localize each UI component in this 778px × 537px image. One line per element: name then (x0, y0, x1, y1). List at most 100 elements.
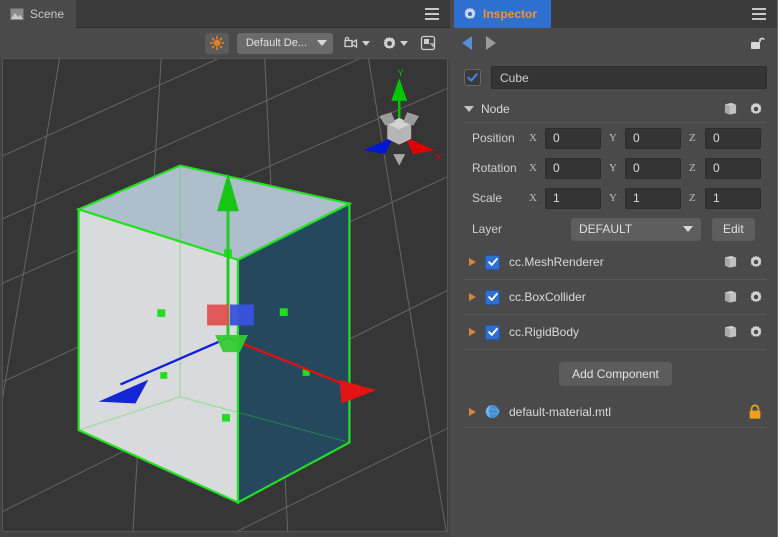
inspector-panel: Inspector Cube Node Position X 0 Y 0 Z 0… (454, 0, 778, 537)
position-x-input[interactable]: 0 (545, 127, 601, 149)
device-select[interactable]: Default De... (236, 32, 333, 54)
component-name: cc.MeshRenderer (509, 255, 604, 269)
axis-label-z: Z (689, 162, 696, 174)
gear-icon (383, 36, 396, 49)
chevron-down-icon (317, 40, 327, 46)
grid-layout-icon (420, 35, 436, 51)
check-icon (467, 73, 478, 82)
lighting-toggle-button[interactable] (204, 32, 229, 54)
layer-edit-button[interactable]: Edit (712, 217, 755, 241)
inspector-menu-button[interactable] (745, 0, 773, 28)
lock-open-icon[interactable] (749, 35, 765, 51)
scene-toolbar: Default De... (0, 28, 450, 58)
node-name-input[interactable]: Cube (491, 66, 767, 89)
scale-y-input[interactable]: 1 (625, 187, 681, 209)
property-row-position: Position X 0 Y 0 Z 0 (464, 123, 767, 153)
axis-label-x: X (529, 192, 537, 204)
layout-button[interactable] (418, 35, 438, 51)
material-name: default-material.mtl (509, 404, 612, 419)
component-row-meshrenderer[interactable]: cc.MeshRenderer (464, 245, 767, 280)
property-label: Position (472, 131, 515, 145)
node-section-title: Node (481, 101, 510, 116)
component-row-boxcollider[interactable]: cc.BoxCollider (464, 280, 767, 315)
camera-icon (344, 36, 358, 49)
triangle-right-icon[interactable] (469, 407, 476, 416)
sun-icon (209, 36, 224, 50)
tab-scene-label: Scene (30, 7, 65, 21)
scene-panel: Scene Default De... Y X (0, 0, 450, 537)
property-row-rotation: Rotation X 0 Y 0 Z 0 (464, 153, 767, 183)
image-icon (10, 8, 24, 20)
axis-label-x: X (529, 162, 537, 174)
hamburger-line (752, 8, 766, 10)
component-name: cc.BoxCollider (509, 290, 586, 304)
camera-button[interactable] (341, 36, 372, 50)
book-icon[interactable] (723, 325, 738, 339)
component-enabled-checkbox[interactable] (485, 289, 500, 305)
material-asset-row[interactable]: default-material.mtl (464, 396, 767, 428)
rotation-y-input[interactable]: 0 (625, 157, 681, 179)
position-y-input[interactable]: 0 (625, 127, 681, 149)
triangle-down-icon[interactable] (464, 105, 474, 112)
inspector-tabbar: Inspector (454, 0, 777, 28)
device-select-value: Default De... (245, 37, 307, 49)
book-icon[interactable] (723, 102, 738, 116)
gear-icon[interactable] (749, 325, 763, 339)
layer-select[interactable]: DEFAULT (571, 217, 701, 241)
check-icon (487, 257, 498, 266)
gear-icon[interactable] (749, 290, 763, 304)
book-icon[interactable] (723, 290, 738, 304)
add-component-row: Add Component (464, 350, 767, 396)
inspector-content: Cube Node Position X 0 Y 0 Z 0 Rotation … (454, 58, 777, 537)
hamburger-line (425, 8, 439, 10)
property-row-scale: Scale X 1 Y 1 Z 1 (464, 183, 767, 213)
layer-label: Layer (472, 222, 503, 236)
chevron-down-icon (400, 40, 408, 46)
check-icon (487, 292, 498, 301)
component-enabled-checkbox[interactable] (485, 254, 500, 270)
scene-tabbar: Scene (0, 0, 450, 28)
node-section-header[interactable]: Node (464, 95, 767, 123)
axis-label-x: X (529, 132, 537, 144)
hamburger-line (752, 18, 766, 20)
gear-icon[interactable] (749, 102, 763, 116)
triangle-right-icon[interactable] (469, 293, 476, 301)
scene-3d-view: Y X (3, 59, 447, 531)
tab-scene[interactable]: Scene (0, 0, 77, 28)
node-enabled-checkbox[interactable] (464, 69, 481, 86)
tabbar-filler (551, 0, 745, 28)
component-row-rigidbody[interactable]: cc.RigidBody (464, 315, 767, 350)
component-name: cc.RigidBody (509, 325, 580, 339)
position-z-input[interactable]: 0 (705, 127, 761, 149)
scale-x-input[interactable]: 1 (545, 187, 601, 209)
layer-select-value: DEFAULT (579, 222, 633, 236)
property-label: Scale (472, 191, 503, 205)
arrow-left-icon[interactable] (462, 36, 472, 50)
axis-label-y: Y (609, 132, 617, 144)
rotation-x-input[interactable]: 0 (545, 157, 601, 179)
tabbar-filler (76, 0, 418, 27)
component-enabled-checkbox[interactable] (485, 324, 500, 340)
scene-menu-button[interactable] (418, 0, 446, 28)
editor-window: Scene Default De... Y X Inspector Cube N… (0, 0, 778, 537)
triangle-right-icon[interactable] (469, 258, 476, 266)
view-gizmo-x-label: X (435, 152, 442, 163)
inspector-navbar (454, 28, 777, 58)
material-sphere-icon (485, 404, 500, 419)
view-gizmo-y-label: Y (397, 68, 404, 79)
scene-viewport[interactable]: Y X (2, 58, 448, 532)
axis-label-y: Y (609, 192, 617, 204)
gear-icon[interactable] (749, 255, 763, 269)
triangle-right-icon[interactable] (469, 328, 476, 336)
chevron-down-icon (362, 40, 370, 46)
arrow-right-icon[interactable] (486, 36, 496, 50)
tab-inspector[interactable]: Inspector (454, 0, 552, 28)
add-component-button[interactable]: Add Component (559, 362, 672, 386)
rotation-z-input[interactable]: 0 (705, 157, 761, 179)
scale-z-input[interactable]: 1 (705, 187, 761, 209)
lock-closed-icon[interactable] (748, 404, 762, 420)
scene-settings-button[interactable] (380, 36, 410, 51)
book-icon[interactable] (723, 255, 738, 269)
hamburger-line (425, 18, 439, 20)
axis-label-z: Z (689, 132, 696, 144)
